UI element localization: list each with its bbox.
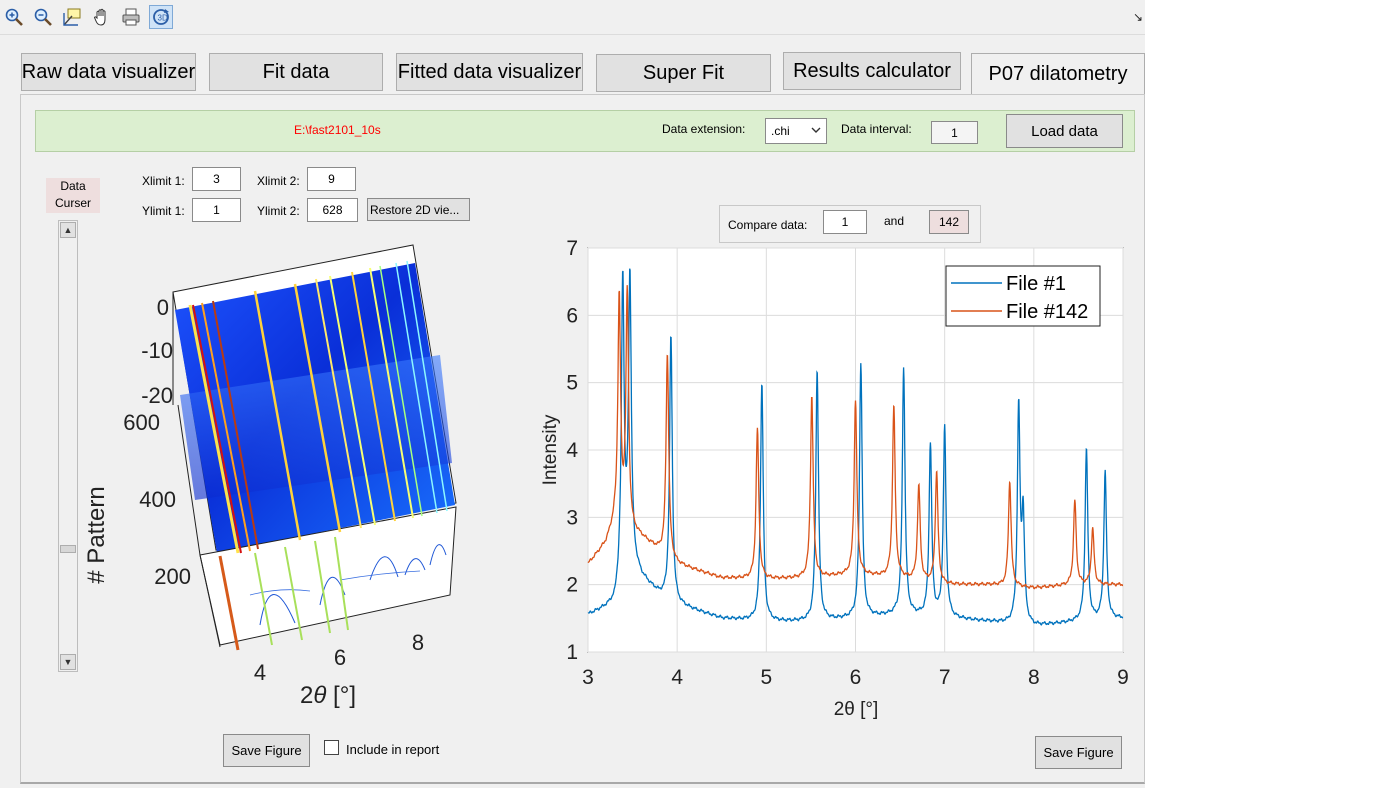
interval-label: Data interval:	[841, 122, 912, 136]
ylimit2-input[interactable]: 628	[307, 198, 358, 222]
data-cursor-slider[interactable]: ▲ ▼	[58, 220, 78, 672]
extension-value: .chi	[771, 124, 790, 138]
y-tick-400: 400	[139, 487, 176, 512]
compare-second-input[interactable]: 142	[929, 210, 969, 234]
load-data-button[interactable]: Load data	[1006, 114, 1123, 148]
y-tick-label: 6	[566, 304, 578, 327]
chart-x-label: 2θ [°]	[834, 699, 879, 720]
y-tick-label: 7	[566, 237, 578, 260]
x-tick-label: 8	[1028, 666, 1040, 689]
xlimit1-input[interactable]: 3	[192, 167, 241, 191]
compare-and-label: and	[884, 214, 905, 228]
z-tick-2: -20	[141, 383, 173, 408]
waterfall-3d-plot[interactable]: 0 -10 -20 600 400 200 4 6 8 2θ [°] # Pat…	[80, 235, 480, 715]
x-tick-8: 8	[412, 630, 424, 655]
rotate-3d-icon[interactable]: 3D	[149, 5, 173, 29]
x-tick-label: 6	[850, 666, 862, 689]
waterfall-z-ticks: 0 -10 -20	[141, 295, 173, 408]
x-tick-label: 3	[582, 666, 594, 689]
extension-select[interactable]: .chi	[765, 118, 827, 144]
compare-first-input[interactable]: 1	[823, 210, 867, 234]
tab-raw-data-visualizer[interactable]: Raw data visualizer	[21, 53, 196, 91]
waterfall-box	[172, 244, 457, 651]
slider-thumb[interactable]	[60, 545, 76, 553]
zoom-in-icon[interactable]	[2, 5, 26, 29]
y-tick-label: 4	[566, 439, 578, 462]
y-tick-600: 600	[123, 410, 160, 435]
include-in-report-checkbox[interactable]	[324, 740, 339, 755]
z-tick-1: -10	[141, 338, 173, 363]
corner-glyph: ↘	[1133, 10, 1144, 24]
figure-toolbar: 3D ↘	[0, 0, 1145, 35]
tab-fit-data[interactable]: Fit data	[209, 53, 383, 91]
x-tick-label: 4	[671, 666, 683, 689]
xlimit2-label: Xlimit 2:	[257, 174, 300, 188]
compare-label: Compare data:	[728, 218, 808, 232]
ylimit2-label: Ylimit 2:	[257, 204, 300, 218]
xlimit1-label: Xlimit 1:	[142, 174, 185, 188]
app-window: 3D ↘ Raw data visualizer Fit data Fitted…	[0, 0, 1145, 788]
tab-p07-dilatometry[interactable]: P07 dilatometry	[971, 53, 1145, 95]
interval-input[interactable]: 1	[931, 121, 978, 144]
tab-results-calculator[interactable]: Results calculator	[783, 52, 961, 90]
slider-up-icon[interactable]: ▲	[60, 222, 76, 238]
slider-down-icon[interactable]: ▼	[60, 654, 76, 670]
save-figure-right-button[interactable]: Save Figure	[1035, 736, 1122, 769]
extension-label: Data extension:	[662, 122, 746, 136]
waterfall-x-label: 2θ [°]	[300, 682, 356, 709]
data-cursor-label-line2: Curser	[54, 196, 91, 210]
x-tick-label: 9	[1117, 666, 1129, 689]
waterfall-y-label: # Pattern	[83, 486, 110, 583]
chart-legend: File #1 File #142	[945, 265, 1101, 327]
data-cursor-icon[interactable]	[60, 5, 84, 29]
svg-text:3D: 3D	[158, 14, 168, 23]
data-cursor-label: Data Curser	[46, 178, 100, 213]
data-path-label: E:\fast2101_10s	[294, 123, 381, 137]
tab-fitted-data-visualizer[interactable]: Fitted data visualizer	[396, 53, 583, 91]
x-tick-label: 5	[760, 666, 772, 689]
y-tick-label: 3	[566, 506, 578, 529]
tab-super-fit[interactable]: Super Fit	[596, 54, 771, 92]
z-tick-0: 0	[157, 295, 169, 320]
pan-hand-icon[interactable]	[90, 5, 114, 29]
print-icon[interactable]	[119, 5, 143, 29]
ylimit1-label: Ylimit 1:	[142, 204, 185, 218]
legend-label: File #142	[1006, 301, 1088, 323]
save-figure-left-button[interactable]: Save Figure	[223, 734, 310, 767]
include-in-report-label: Include in report	[346, 742, 440, 757]
y-tick-label: 5	[566, 372, 578, 395]
restore-2d-view-button[interactable]: Restore 2D vie...	[367, 198, 470, 221]
data-cursor-label-line1: Data	[60, 179, 86, 193]
x-tick-4: 4	[254, 660, 266, 685]
waterfall-x-ticks: 4 6 8	[254, 630, 424, 685]
y-tick-200: 200	[154, 564, 191, 589]
xlimit2-input[interactable]: 9	[307, 167, 356, 191]
zoom-out-icon[interactable]	[31, 5, 55, 29]
ylimit1-input[interactable]: 1	[192, 198, 241, 222]
x-tick-6: 6	[334, 645, 346, 670]
waterfall-y-ticks: 600 400 200	[123, 410, 191, 589]
y-tick-label: 1	[566, 641, 578, 664]
x-tick-label: 7	[939, 666, 951, 689]
legend-label: File #1	[1006, 273, 1066, 295]
y-tick-label: 2	[566, 574, 578, 597]
chevron-down-icon	[810, 123, 822, 140]
chart-y-label: Intensity	[540, 414, 561, 485]
intensity-line-chart[interactable]: 3 4 5 6 7 8 9 1 2 3 4 5 6 7 File #1 File #142 2θ [°] I…	[530, 232, 1130, 722]
